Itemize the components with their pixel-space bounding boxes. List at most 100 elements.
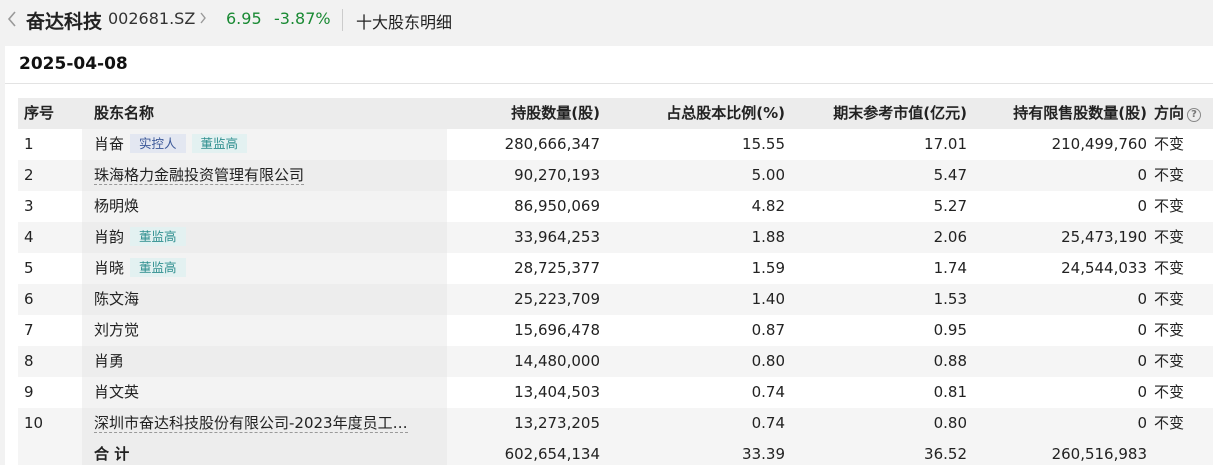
help-icon[interactable]: ? bbox=[1187, 108, 1202, 122]
pct-value: 4.82 bbox=[751, 197, 785, 215]
direction-value: 不变 bbox=[1154, 414, 1185, 432]
direction-value: 不变 bbox=[1154, 352, 1185, 370]
holding-value: 86,950,069 bbox=[514, 197, 600, 215]
stock-name: 奋达科技 bbox=[26, 11, 103, 33]
col-idx-header: 序号 bbox=[24, 104, 55, 122]
table-row: 6 陈文海 25,223,709 1.40 1.53 0 不变 bbox=[18, 284, 1213, 315]
stock-change: -3.87% bbox=[274, 9, 331, 28]
direction-value: 不变 bbox=[1154, 228, 1185, 246]
shareholder-tag: 董监高 bbox=[130, 258, 186, 277]
restricted-value: 24,544,033 bbox=[1061, 259, 1147, 277]
market-value: 17.01 bbox=[924, 135, 967, 153]
col-direction-label: 方向 bbox=[1154, 104, 1185, 122]
shareholder-name-cell: 陈文海 bbox=[82, 284, 447, 315]
shareholder-name[interactable]: 陈文海 bbox=[94, 290, 139, 308]
row-index: 7 bbox=[24, 321, 34, 339]
table-row: 5 肖晓 董监高 28,725,377 1.59 1.74 24,544,033 不变 bbox=[18, 253, 1213, 284]
col-restricted-header[interactable]: 持有限售股数量(股) bbox=[967, 98, 1147, 129]
shareholder-name[interactable]: 肖晓 bbox=[94, 259, 124, 277]
shareholder-name[interactable]: 肖文英 bbox=[94, 383, 139, 401]
pct-value: 0.80 bbox=[751, 352, 785, 370]
shareholder-tag: 董监高 bbox=[130, 227, 186, 246]
chevron-left-icon[interactable] bbox=[6, 9, 20, 29]
table-row: 7 刘方觉 15,696,478 0.87 0.95 0 不变 bbox=[18, 315, 1213, 346]
pct-value: 0.74 bbox=[751, 383, 785, 401]
shareholder-name[interactable]: 肖韵 bbox=[94, 228, 124, 246]
pct-value: 15.55 bbox=[742, 135, 785, 153]
col-direction-header: 方向? bbox=[1154, 98, 1213, 129]
shareholder-name[interactable]: 珠海格力金融投资管理有限公司 bbox=[94, 166, 305, 185]
table-row: 8 肖勇 14,480,000 0.80 0.88 0 不变 bbox=[18, 346, 1213, 377]
chevron-right-icon[interactable] bbox=[198, 9, 208, 31]
restricted-value: 0 bbox=[1137, 197, 1147, 215]
shareholder-tag: 实控人 bbox=[130, 134, 186, 153]
direction-value: 不变 bbox=[1154, 383, 1185, 401]
shareholder-name[interactable]: 肖勇 bbox=[94, 352, 124, 370]
stock-code: 002681.SZ bbox=[108, 9, 196, 28]
market-value: 0.95 bbox=[933, 321, 967, 339]
shareholder-name[interactable]: 刘方觉 bbox=[94, 321, 139, 339]
table-row: 1 肖奋 实控人 董监高 280,666,347 15.55 17.01 210,499,76… bbox=[18, 129, 1213, 160]
total-holding: 602,654,134 bbox=[504, 445, 600, 463]
row-index: 5 bbox=[24, 259, 34, 277]
divider bbox=[342, 9, 343, 31]
row-index: 2 bbox=[24, 166, 34, 184]
restricted-value: 0 bbox=[1137, 290, 1147, 308]
total-pct: 33.39 bbox=[742, 445, 785, 463]
market-value: 5.27 bbox=[933, 197, 967, 215]
row-index: 3 bbox=[24, 197, 34, 215]
col-name-header: 股东名称 bbox=[94, 104, 155, 122]
pct-value: 1.88 bbox=[751, 228, 785, 246]
pct-value: 5.00 bbox=[751, 166, 785, 184]
direction-value: 不变 bbox=[1154, 166, 1185, 184]
shareholder-name-cell: 杨明焕 bbox=[82, 191, 447, 222]
shareholder-name[interactable]: 深圳市奋达科技股份有限公司-2023年度员工… bbox=[94, 414, 408, 433]
shareholders-card: 2025-04-08 序号 股东名称 持股数量(股) 占总股本比例(%) 期末参… bbox=[5, 46, 1213, 465]
pct-value: 0.74 bbox=[751, 414, 785, 432]
shareholder-name-cell: 肖勇 bbox=[82, 346, 447, 377]
col-market-value-header[interactable]: 期末参考市值(亿元) bbox=[785, 98, 967, 129]
holding-value: 15,696,478 bbox=[514, 321, 600, 339]
restricted-value: 0 bbox=[1137, 414, 1147, 432]
holding-value: 280,666,347 bbox=[504, 135, 600, 153]
pct-value: 1.40 bbox=[751, 290, 785, 308]
row-index: 4 bbox=[24, 228, 34, 246]
pct-value: 1.59 bbox=[751, 259, 785, 277]
market-value: 5.47 bbox=[933, 166, 967, 184]
market-value: 2.06 bbox=[933, 228, 967, 246]
direction-value: 不变 bbox=[1154, 135, 1185, 153]
table-row: 4 肖韵 董监高 33,964,253 1.88 2.06 25,473,190 不变 bbox=[18, 222, 1213, 253]
holding-value: 14,480,000 bbox=[514, 352, 600, 370]
holding-value: 33,964,253 bbox=[514, 228, 600, 246]
market-value: 0.80 bbox=[933, 414, 967, 432]
col-holding-header[interactable]: 持股数量(股) bbox=[448, 98, 600, 129]
holding-value: 28,725,377 bbox=[514, 259, 600, 277]
restricted-value: 210,499,760 bbox=[1051, 135, 1147, 153]
shareholder-name-cell: 深圳市奋达科技股份有限公司-2023年度员工… bbox=[82, 408, 447, 439]
shareholder-name-cell: 肖奋 实控人 董监高 bbox=[82, 129, 447, 160]
direction-value: 不变 bbox=[1154, 290, 1185, 308]
restricted-value: 0 bbox=[1137, 352, 1147, 370]
direction-value: 不变 bbox=[1154, 321, 1185, 339]
shareholder-name[interactable]: 肖奋 bbox=[94, 135, 124, 153]
holding-value: 90,270,193 bbox=[514, 166, 600, 184]
restricted-value: 0 bbox=[1137, 321, 1147, 339]
shareholder-name-cell: 肖晓 董监高 bbox=[82, 253, 447, 284]
total-market-value: 36.52 bbox=[924, 445, 967, 463]
market-value: 1.53 bbox=[933, 290, 967, 308]
shareholder-name[interactable]: 杨明焕 bbox=[94, 197, 139, 215]
restricted-value: 25,473,190 bbox=[1061, 228, 1147, 246]
table-row: 9 肖文英 13,404,503 0.74 0.81 0 不变 bbox=[18, 377, 1213, 408]
holding-value: 13,273,205 bbox=[514, 414, 600, 432]
market-value: 1.74 bbox=[933, 259, 967, 277]
shareholder-tag: 董监高 bbox=[191, 134, 248, 153]
shareholder-name-cell: 肖文英 bbox=[82, 377, 447, 408]
holding-value: 13,404,503 bbox=[514, 383, 600, 401]
shareholder-name-cell: 肖韵 董监高 bbox=[82, 222, 447, 253]
col-pct-header[interactable]: 占总股本比例(%) bbox=[600, 98, 785, 129]
direction-value: 不变 bbox=[1154, 197, 1185, 215]
row-index: 1 bbox=[24, 135, 34, 153]
shareholder-name-cell: 刘方觉 bbox=[82, 315, 447, 346]
market-value: 0.81 bbox=[933, 383, 967, 401]
table-row: 10 深圳市奋达科技股份有限公司-2023年度员工… 13,273,205 0.74 0… bbox=[18, 408, 1213, 439]
